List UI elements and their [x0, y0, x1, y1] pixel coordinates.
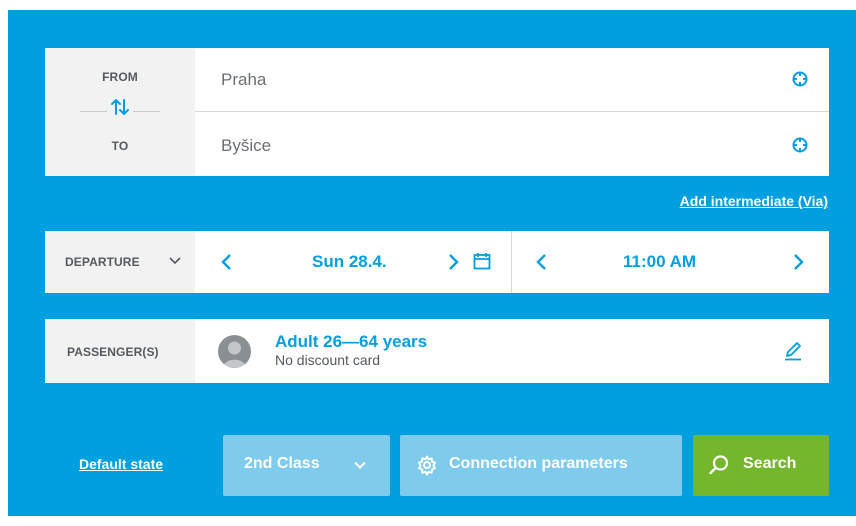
- to-label: TO: [111, 139, 129, 153]
- passenger-label: PASSENGER(S): [67, 345, 159, 359]
- search-icon: [707, 453, 731, 477]
- default-state-link[interactable]: Default state: [79, 456, 163, 472]
- pencil-icon[interactable]: [783, 341, 803, 361]
- passenger-discount: No discount card: [275, 352, 381, 368]
- to-input[interactable]: Byšice: [221, 136, 271, 156]
- chevron-down-icon[interactable]: [168, 252, 182, 268]
- connection-parameters-label: Connection parameters: [449, 455, 628, 472]
- connection-parameters-button[interactable]: Connection parameters: [400, 435, 682, 496]
- departure-date[interactable]: Sun 28.4.: [312, 252, 387, 272]
- passenger-type[interactable]: Adult 26—64 years: [275, 332, 427, 352]
- divider: [133, 111, 160, 112]
- swap-arrows-icon[interactable]: [108, 97, 132, 117]
- crosshair-icon[interactable]: [791, 70, 809, 88]
- add-via-link[interactable]: Add intermediate (Via): [680, 193, 828, 209]
- gear-icon: [416, 454, 438, 476]
- next-date-arrow-icon[interactable]: [443, 252, 463, 272]
- next-time-arrow-icon[interactable]: [788, 252, 808, 272]
- from-label: FROM: [102, 70, 138, 84]
- avatar: [218, 335, 251, 368]
- departure-label[interactable]: DEPARTURE: [65, 255, 140, 269]
- prev-date-arrow-icon[interactable]: [217, 252, 237, 272]
- divider: [511, 231, 512, 293]
- class-select-button[interactable]: 2nd Class: [223, 435, 390, 496]
- departure-card: DEPARTURE Sun 28.4. 11:00 AM: [45, 231, 829, 293]
- route-card: FROM TO Praha Byšice: [45, 48, 829, 176]
- divider: [80, 111, 107, 112]
- departure-time[interactable]: 11:00 AM: [623, 252, 696, 272]
- passenger-card: PASSENGER(S) Adult 26—64 years No discou…: [45, 319, 829, 383]
- crosshair-icon[interactable]: [791, 136, 809, 154]
- class-label: 2nd Class: [244, 455, 320, 472]
- calendar-icon[interactable]: [473, 252, 491, 270]
- search-label: Search: [743, 455, 797, 472]
- search-button[interactable]: Search: [693, 435, 829, 496]
- prev-time-arrow-icon[interactable]: [532, 252, 552, 272]
- from-input[interactable]: Praha: [221, 70, 266, 90]
- field-divider: [195, 111, 829, 112]
- chevron-down-icon: [353, 458, 367, 472]
